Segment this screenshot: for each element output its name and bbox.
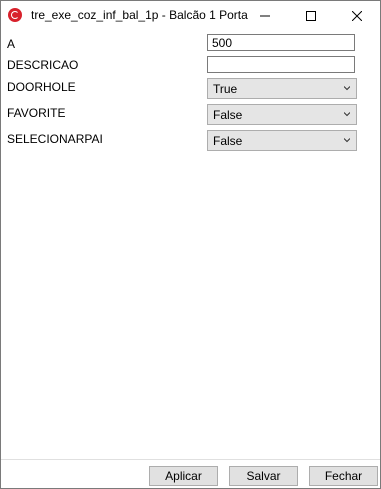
minimize-icon [260,15,270,16]
select-favorite[interactable]: False [207,104,357,125]
apply-button[interactable]: Aplicar [149,466,218,486]
dialog-footer: Aplicar Salvar Fechar [1,459,380,488]
input-descricao[interactable] [207,56,355,73]
property-grid: A 500 DESCRICAO DOORHOLE True FAVORITE F… [1,30,380,457]
chevron-down-icon [344,86,350,91]
chevron-down-icon [344,112,350,117]
input-a[interactable]: 500 [207,34,355,51]
close-button[interactable] [334,1,380,30]
maximize-button[interactable] [288,1,334,30]
select-favorite-value: False [213,108,243,122]
save-button[interactable]: Salvar [229,466,298,486]
maximize-icon [306,10,316,21]
label-selecionarpai: SELECIONARPAI [7,132,103,146]
chevron-down-icon [344,138,350,143]
select-doorhole-value: True [213,82,238,96]
label-doorhole: DOORHOLE [7,80,76,94]
app-logo-icon [8,8,22,22]
window-title: tre_exe_coz_inf_bal_1p - Balcão 1 Porta [31,8,248,22]
dialog-window: tre_exe_coz_inf_bal_1p - Balcão 1 Porta … [0,0,381,489]
close-icon [352,10,362,21]
label-a: A [7,37,16,51]
title-bar[interactable]: tre_exe_coz_inf_bal_1p - Balcão 1 Porta [1,1,380,30]
label-favorite: FAVORITE [7,106,66,120]
close-dialog-button[interactable]: Fechar [309,466,378,486]
select-doorhole[interactable]: True [207,78,357,99]
label-descricao: DESCRICAO [7,58,79,72]
select-selecionarpai[interactable]: False [207,130,357,151]
select-selecionarpai-value: False [213,134,243,148]
minimize-button[interactable] [242,1,288,30]
